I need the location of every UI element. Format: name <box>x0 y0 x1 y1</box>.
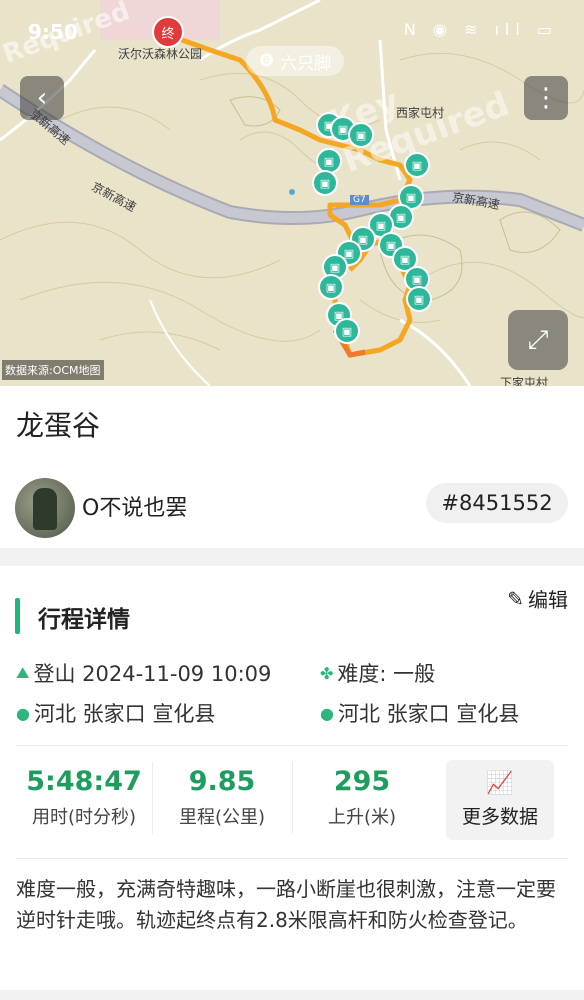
duration-label: 用时(时分秒) <box>31 807 137 828</box>
route-map[interactable]: Required Key Required 9:50 N ◉ ≋ ıll ▭ 沃… <box>0 0 584 386</box>
edit-icon: ✎ <box>507 586 524 611</box>
distance-value: 9.85 <box>188 766 256 797</box>
photo-pin-icon[interactable]: ▣ <box>312 170 338 196</box>
distance-stat: 9.85 里程(公里) <box>152 766 292 829</box>
status-time: 9:50 <box>28 20 78 44</box>
avatar[interactable] <box>15 478 75 538</box>
end-location-text: 河北 张家口 宣化县 <box>337 702 520 726</box>
puzzle-icon: ✤ <box>320 663 334 683</box>
photo-pin-icon[interactable]: ▣ <box>404 152 430 178</box>
footprint-icon: ❻ <box>258 51 275 71</box>
end-pin-icon: ● <box>320 703 334 723</box>
trip-title: 龙蛋谷 <box>16 409 101 442</box>
brand-logo: ❻ 六只脚 <box>246 46 344 76</box>
map-label-park: 沃尔沃森林公园 <box>118 47 203 61</box>
map-source-label: 数据来源:OCM地图 <box>2 360 104 380</box>
map-label-village: 下家屯村 <box>500 376 549 386</box>
activity-text: 登山 2024-11-09 10:09 <box>33 662 272 686</box>
activity-info: ⛰ 登山 2024-11-09 10:09 <box>16 658 271 688</box>
more-data-label: 更多数据 <box>461 806 538 828</box>
status-icons: N ◉ ≋ ıll ▭ <box>403 20 558 39</box>
mountain-icon: ⛰ <box>16 663 30 682</box>
end-location: ● 河北 张家口 宣化县 <box>320 698 519 728</box>
edit-button[interactable]: ✎ 编辑 <box>507 584 568 613</box>
expand-icon: ⤢ <box>527 324 549 355</box>
fullscreen-button[interactable]: ⤢ <box>508 310 568 370</box>
photo-pin-icon[interactable]: ▣ <box>334 318 360 344</box>
duration-value: 5:48:47 <box>26 766 142 797</box>
end-marker[interactable]: 终 <box>152 16 184 48</box>
ascent-value: 295 <box>333 766 391 797</box>
duration-stat: 5:48:47 用时(时分秒) <box>14 766 154 829</box>
road-shield: G7 <box>350 195 369 205</box>
ascent-stat: 295 上升(米) <box>292 766 432 829</box>
status-bar: 9:50 N ◉ ≋ ıll ▭ <box>0 0 584 44</box>
trip-id-badge: #8451552 <box>426 483 568 523</box>
brand-label: 六只脚 <box>280 53 332 74</box>
difficulty-text: 难度: 一般 <box>337 662 436 686</box>
start-location: ● 河北 张家口 宣化县 <box>16 698 215 728</box>
start-pin-icon: ● <box>16 703 30 723</box>
ascent-label: 上升(米) <box>327 807 397 828</box>
chevron-left-icon: ‹ <box>36 83 48 113</box>
more-data-button[interactable]: 📈 更多数据 <box>446 760 554 840</box>
back-button[interactable]: ‹ <box>20 76 64 120</box>
trip-header-card: 龙蛋谷 <box>0 386 584 548</box>
user-name[interactable]: O不说也罢 <box>82 490 187 522</box>
section-title: 行程详情 <box>38 607 130 633</box>
more-options-button[interactable]: ⋮ <box>524 76 568 120</box>
photo-pin-icon[interactable]: ▣ <box>318 274 344 300</box>
section-accent-bar <box>15 598 20 634</box>
divider <box>16 745 568 746</box>
kebab-menu-icon: ⋮ <box>533 83 559 113</box>
edit-label: 编辑 <box>528 588 568 612</box>
divider <box>16 858 568 859</box>
chart-icon: 📈 <box>486 771 514 796</box>
photo-pin-icon[interactable]: ▣ <box>406 286 432 312</box>
difficulty-info: ✤ 难度: 一般 <box>320 658 435 688</box>
distance-label: 里程(公里) <box>178 807 266 828</box>
trip-description: 难度一般，充满奇特趣味，一路小断崖也很刺激，注意一定要逆时针走哦。轨迹起终点有2… <box>16 877 556 932</box>
map-label-village: 西家屯村 <box>396 106 445 120</box>
photo-pin-icon[interactable]: ▣ <box>348 122 374 148</box>
start-location-text: 河北 张家口 宣化县 <box>33 702 216 726</box>
